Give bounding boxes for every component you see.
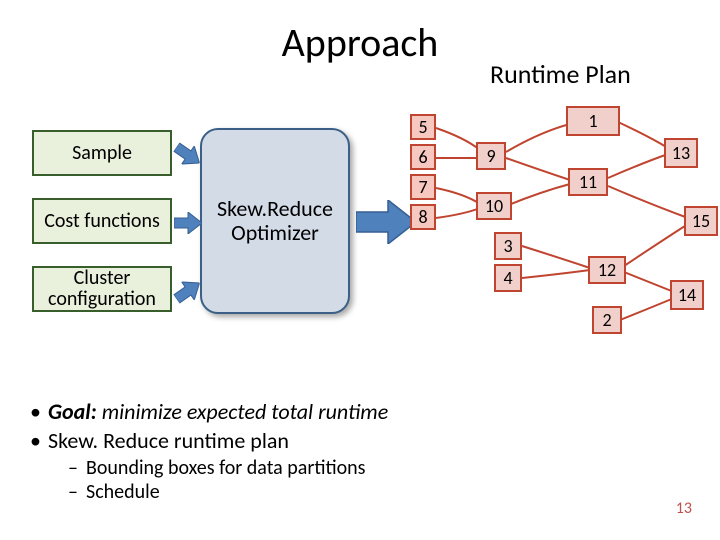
node-2: 2 [592,306,622,334]
node-14: 14 [670,280,704,310]
sub-bullets: Bounding boxes for data partitions Sched… [68,456,388,504]
bullet-plan: Skew. Reduce runtime plan [30,427,388,454]
node-15: 15 [684,206,718,236]
node-3: 3 [494,232,522,260]
node-12: 12 [588,256,626,284]
node-9: 9 [476,142,506,170]
runtime-plan-tree: 5 6 7 8 9 10 3 4 1 11 12 2 13 15 14 [410,108,710,328]
node-10: 10 [476,192,512,220]
box-cluster-config: Cluster configuration [32,266,172,312]
arrow-cost-to-optimizer [174,212,202,234]
leaf-5: 5 [410,114,436,140]
bullets: Goal: minimize expected total runtime Sk… [30,398,388,504]
goal-text: minimize expected total runtime [97,398,388,425]
goal-label: Goal: [48,398,97,425]
leaf-7: 7 [410,174,436,200]
leaf-6: 6 [410,144,436,170]
sub-bounding-boxes: Bounding boxes for data partitions [68,456,388,480]
bullet-goal: Goal: minimize expected total runtime [30,398,388,425]
subtitle-runtime-plan: Runtime Plan [490,58,631,90]
box-cost-functions: Cost functions [32,198,172,244]
node-1: 1 [566,106,620,136]
node-13: 13 [664,138,698,168]
leaf-8: 8 [410,204,436,230]
sub-schedule: Schedule [68,480,388,504]
page-number: 13 [676,499,692,518]
node-11: 11 [568,168,608,196]
arrow-optimizer-to-plan [356,200,416,244]
node-4: 4 [494,264,522,292]
box-sample: Sample [32,130,172,176]
optimizer-label: Skew.Reduce Optimizer [202,197,348,245]
box-optimizer: Skew.Reduce Optimizer [200,128,350,314]
